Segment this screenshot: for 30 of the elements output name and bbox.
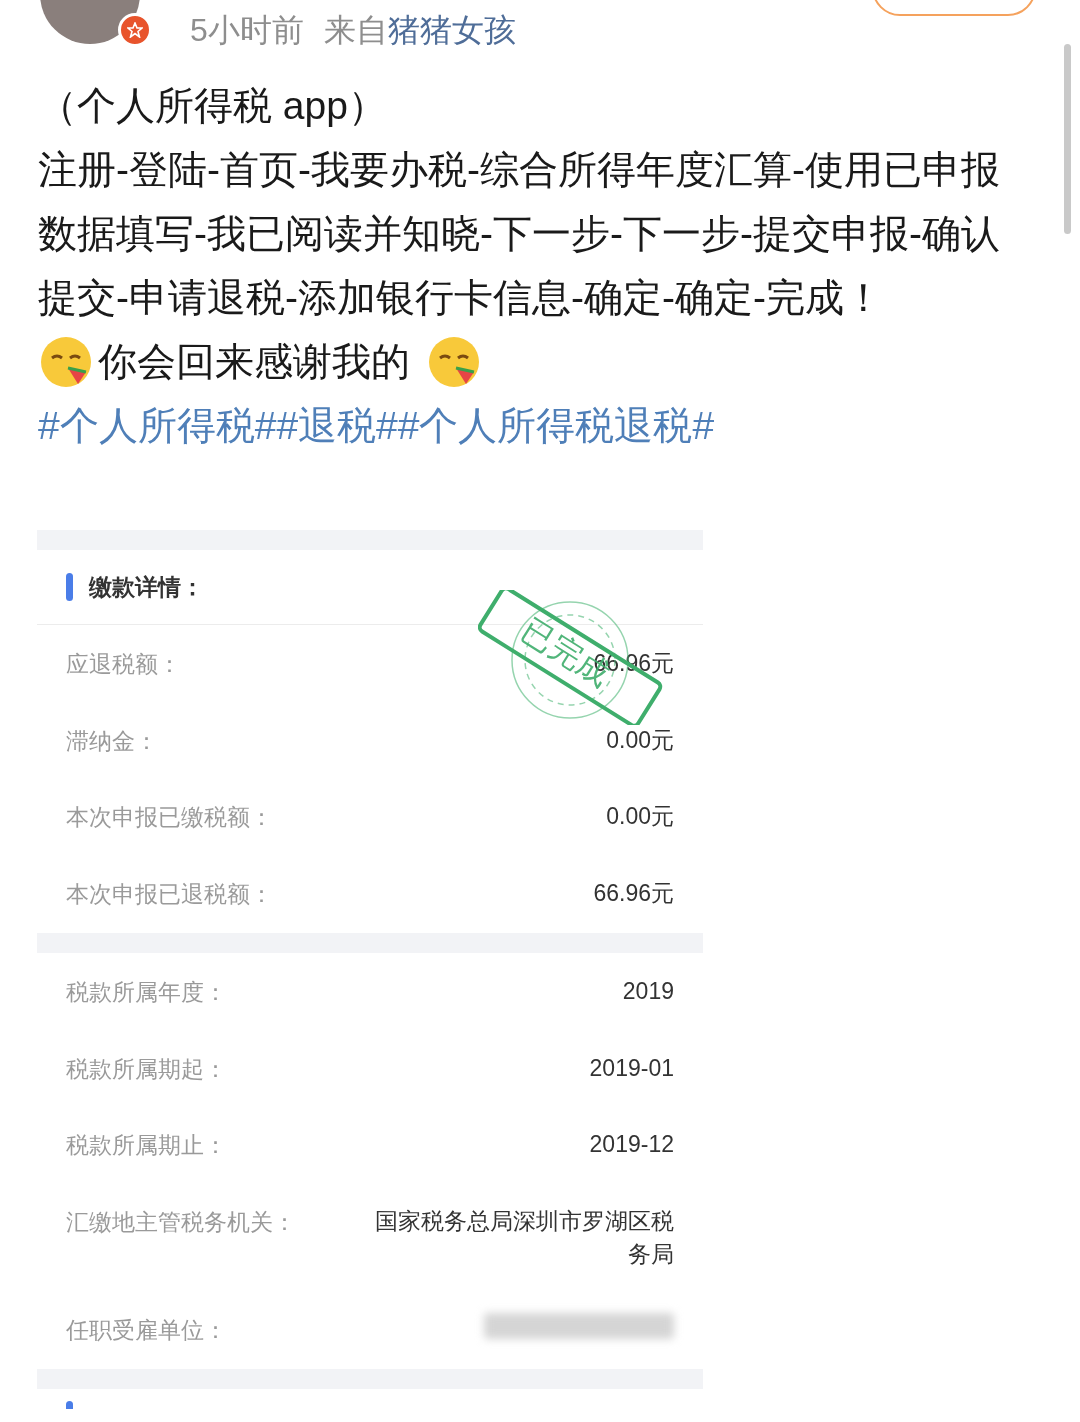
field-value: 0.00元 xyxy=(606,725,674,755)
post-title: （个人所得税 app） xyxy=(38,83,388,129)
post-text: 注册-登陆-首页-我要办税-综合所得年度汇算-使用已申报数据填写-我已阅读并知晓-下一步-下一步-提交申报-确认提交-申请退税-添加银行卡信息-确定-确定-完成！ xyxy=(38,147,1001,321)
field-label: 税款所属期起： xyxy=(66,1054,227,1084)
emoji-icon xyxy=(38,334,94,390)
field-label: 本次申报已缴税额： xyxy=(66,803,273,832)
post-time: 5小时前 xyxy=(190,11,304,50)
field-label: 滞纳金： xyxy=(66,726,158,756)
topic-link[interactable]: #退税# xyxy=(276,394,398,458)
field-label: 本次申报已退税额： xyxy=(66,879,273,909)
section-marker xyxy=(66,1401,73,1409)
field-label: 任职受雇单位： xyxy=(66,1315,227,1345)
field-label: 汇缴地主管税务机关： xyxy=(66,1207,296,1237)
topic-link[interactable]: #个人所得税退税# xyxy=(397,394,715,458)
field-value: 国家税务总局深圳市罗湖区税务局 xyxy=(374,1206,674,1269)
field-label: 应退税额： xyxy=(66,650,181,679)
field-value: 2019-12 xyxy=(589,1130,674,1159)
section-heading: 缴款详情： xyxy=(89,572,204,602)
source-link[interactable]: 猪猪女孩 xyxy=(387,6,516,54)
field-value: 2019 xyxy=(622,977,674,1006)
field-value: 0.00元 xyxy=(606,802,674,831)
field-value: 2019-01 xyxy=(589,1053,674,1083)
field-value: 66.96元 xyxy=(593,878,674,908)
post-text: 你会回来感谢我的 xyxy=(98,339,410,385)
source-label: 来自 xyxy=(323,11,388,50)
field-label: 税款所属期止： xyxy=(66,1131,227,1160)
emoji-icon xyxy=(426,334,482,390)
heading-marker xyxy=(66,573,73,601)
topic-link[interactable]: #个人所得税# xyxy=(38,394,277,458)
field-label: 税款所属年度： xyxy=(66,978,227,1007)
